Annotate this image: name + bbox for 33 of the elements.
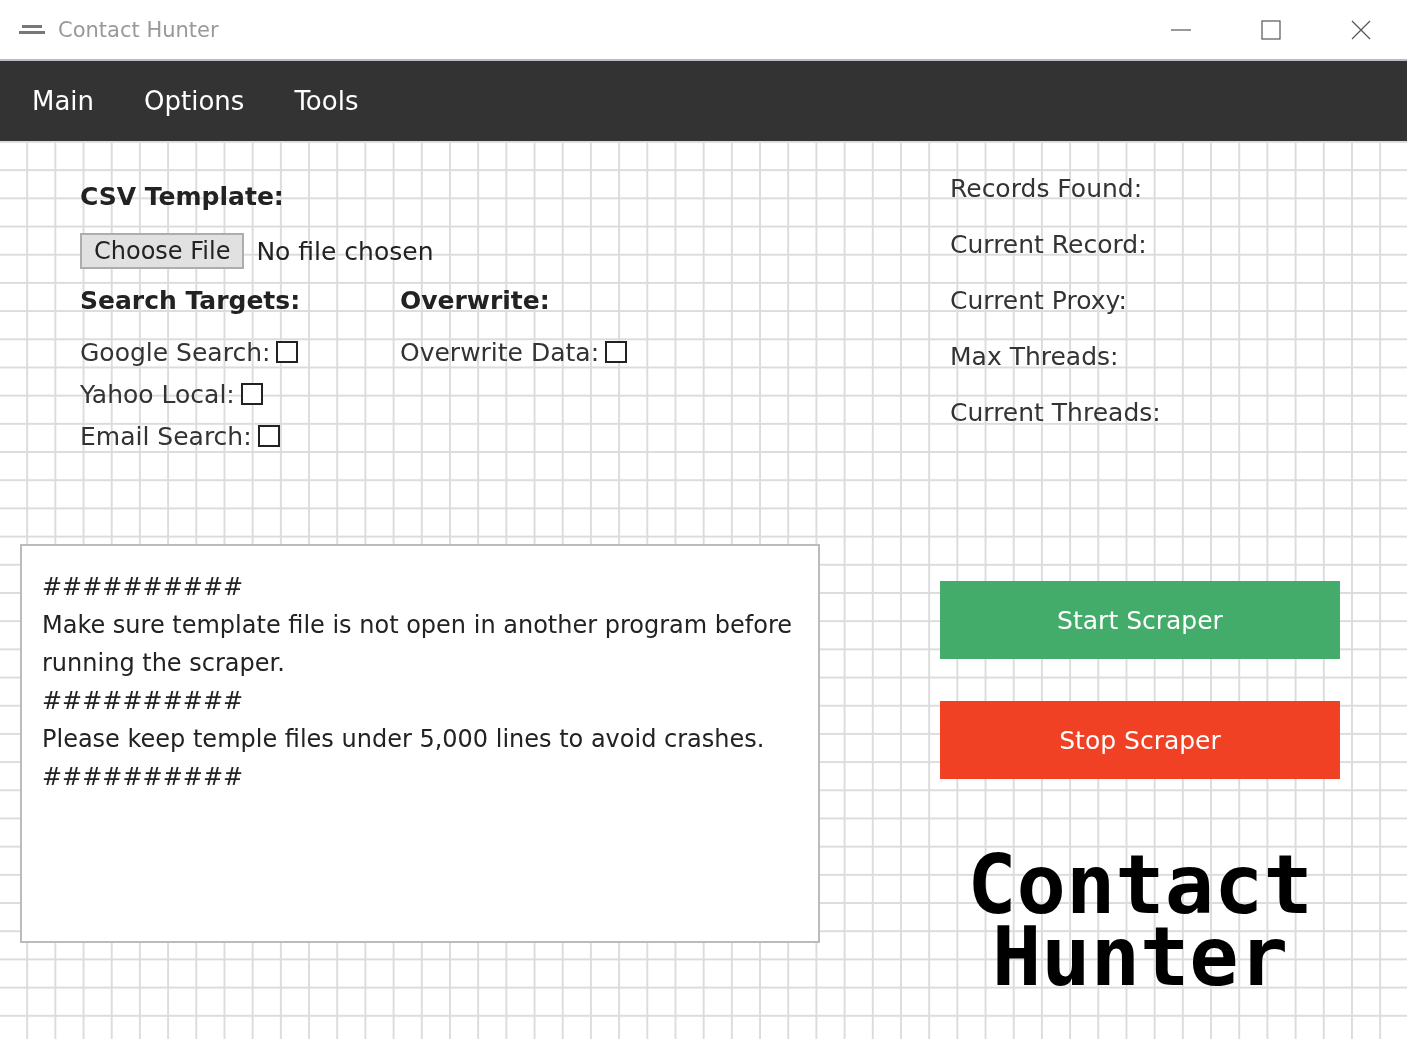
log-line: ########## [42, 572, 245, 603]
log-line: Make sure template file is not open in another program before running the scraper. [42, 610, 793, 679]
checkbox[interactable] [605, 341, 628, 363]
menu-item[interactable]: Options [144, 86, 245, 116]
stat-label: Records Found: [950, 173, 1144, 205]
window-title: Contact Hunter [58, 17, 219, 42]
menu-item[interactable]: Main [32, 86, 95, 116]
checkbox-label: Yahoo Local: [80, 379, 235, 409]
stat-label: Max Threads: [950, 341, 1120, 373]
checkbox[interactable] [257, 425, 280, 447]
stat-label: Current Record: [950, 229, 1148, 261]
checkbox[interactable] [240, 383, 263, 405]
section-heading: CSV Template: [80, 181, 285, 213]
stop-button[interactable]: Stop Scraper [940, 701, 1340, 779]
close-icon[interactable] [1351, 19, 1371, 40]
log-line: Please keep temple files under 5,000 lines to avoid crashes. [42, 724, 766, 755]
log-line: ########## [42, 686, 245, 717]
checkbox-label: Email Search: [80, 421, 252, 451]
stat-label: Current Threads: [950, 397, 1162, 429]
menu-item[interactable]: Tools [294, 86, 359, 116]
file-status: No file chosen [256, 236, 434, 266]
logo-text: Hunter [991, 921, 1289, 993]
section-heading: Overwrite: [400, 285, 551, 317]
maximize-icon[interactable] [1261, 19, 1281, 40]
checkbox-label: Overwrite Data: [400, 337, 600, 367]
choose-file-button[interactable]: Choose File [80, 233, 245, 269]
section-heading: Search Targets: [80, 285, 302, 317]
checkbox-label: Google Search: [80, 337, 271, 367]
checkbox[interactable] [276, 341, 299, 363]
log-line: ########## [42, 762, 245, 793]
logo-text: Contact [967, 849, 1313, 921]
stat-label: Current Proxy: [950, 285, 1128, 317]
app-icon [18, 22, 46, 37]
